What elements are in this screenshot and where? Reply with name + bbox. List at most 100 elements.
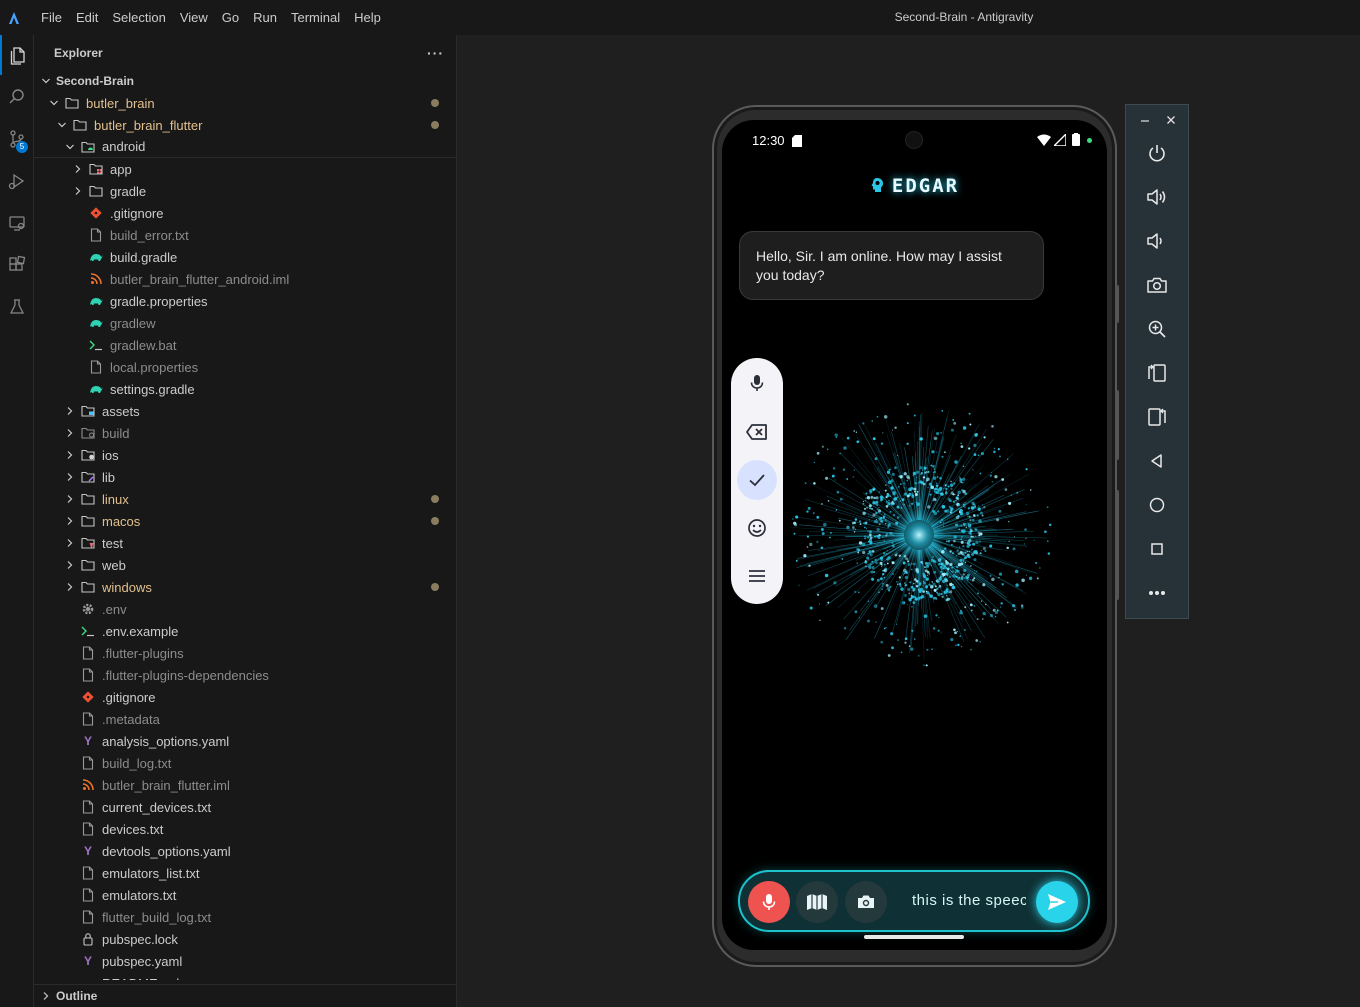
menu-help[interactable]: Help xyxy=(347,0,388,35)
outline-panel-header[interactable]: Outline xyxy=(34,984,456,1007)
tree-folder-item[interactable]: linux xyxy=(34,488,456,510)
volume-down-button[interactable] xyxy=(1142,226,1172,256)
tree-file-item[interactable]: .gitignore xyxy=(34,686,456,708)
menu-view[interactable]: View xyxy=(173,0,215,35)
remote-explorer-icon[interactable] xyxy=(0,203,34,243)
orb-particle xyxy=(912,471,917,476)
tree-file-item[interactable]: Ydevtools_options.yaml xyxy=(34,840,456,862)
tree-file-item[interactable]: .metadata xyxy=(34,708,456,730)
search-icon[interactable] xyxy=(0,77,34,117)
orb-particle xyxy=(887,523,891,527)
zoom-button[interactable] xyxy=(1142,314,1172,344)
overview-button[interactable] xyxy=(1142,534,1172,564)
home-button[interactable] xyxy=(1142,490,1172,520)
tree-file-item[interactable]: gradlew xyxy=(34,312,456,334)
emoji-button[interactable] xyxy=(737,508,777,548)
confirm-button[interactable] xyxy=(737,460,777,500)
menu-terminal[interactable]: Terminal xyxy=(284,0,347,35)
tree-folder-item[interactable]: butler_brain xyxy=(34,92,456,114)
gesture-navigation-bar[interactable] xyxy=(864,935,964,939)
tree-file-item[interactable]: emulators.txt xyxy=(34,884,456,906)
tree-root[interactable]: Second-Brain xyxy=(34,70,456,92)
tree-file-item[interactable]: build.gradle xyxy=(34,246,456,268)
camera-button[interactable] xyxy=(845,881,887,923)
orb-particle xyxy=(806,535,809,538)
tree-file-item[interactable]: pubspec.lock xyxy=(34,928,456,950)
tree-file-item[interactable]: .flutter-plugins-dependencies xyxy=(34,664,456,686)
keyboard-menu-button[interactable] xyxy=(737,556,777,596)
close-icon[interactable] xyxy=(1166,112,1176,131)
tree-file-item[interactable]: .env.example xyxy=(34,620,456,642)
tree-file-item[interactable]: M↓ README.md xyxy=(34,972,456,981)
testing-icon[interactable] xyxy=(0,287,34,327)
tree-file-item[interactable]: .gitignore xyxy=(34,202,456,224)
tree-file-item[interactable]: .env xyxy=(34,598,456,620)
orb-particle xyxy=(872,489,875,491)
tree-file-item[interactable]: devices.txt xyxy=(34,818,456,840)
mic-button[interactable] xyxy=(748,881,790,923)
tree-file-item[interactable]: gradlew.bat xyxy=(34,334,456,356)
source-control-icon[interactable]: 5 xyxy=(0,119,34,159)
minimize-icon[interactable] xyxy=(1140,112,1150,131)
tree-folder-item[interactable]: android xyxy=(34,136,456,158)
tree-folder-item[interactable]: build xyxy=(34,422,456,444)
tree-file-item[interactable]: build_error.txt xyxy=(34,224,456,246)
knowledge-button[interactable] xyxy=(796,881,838,923)
screenshot-button[interactable] xyxy=(1142,270,1172,300)
tree-file-item[interactable]: settings.gradle xyxy=(34,378,456,400)
tree-file-item[interactable]: Ypubspec.yaml xyxy=(34,950,456,972)
rotate-left-button[interactable] xyxy=(1142,358,1172,388)
tree-file-item[interactable]: emulators_list.txt xyxy=(34,862,456,884)
orb-particle xyxy=(993,447,996,450)
tree-file-item[interactable]: build_log.txt xyxy=(34,752,456,774)
tree-folder-item[interactable]: test xyxy=(34,532,456,554)
voice-input-button[interactable] xyxy=(737,363,777,403)
orb-particle xyxy=(921,469,924,471)
folder-icon xyxy=(72,117,88,133)
delete-button[interactable] xyxy=(737,412,777,452)
orb-particle xyxy=(910,594,913,597)
rotate-right-button[interactable] xyxy=(1142,402,1172,432)
tree-file-item[interactable]: flutter_build_log.txt xyxy=(34,906,456,928)
menu-edit[interactable]: Edit xyxy=(69,0,105,35)
tree-file-item[interactable]: Yanalysis_options.yaml xyxy=(34,730,456,752)
tree-folder-item[interactable]: ios xyxy=(34,444,456,466)
phone-screen[interactable]: 12:30 EDGAR Hello, Sir. I am online. How… xyxy=(722,120,1107,950)
tree-folder-item[interactable]: web xyxy=(34,554,456,576)
back-button[interactable] xyxy=(1142,446,1172,476)
tree-folder-item[interactable]: macos xyxy=(34,510,456,532)
tree-file-item[interactable]: butler_brain_flutter_android.iml xyxy=(34,268,456,290)
power-button[interactable] xyxy=(1142,138,1172,168)
tree-folder-item[interactable]: gradle xyxy=(34,180,456,202)
message-input[interactable]: this is the speech xyxy=(912,892,1026,909)
explorer-icon[interactable] xyxy=(0,35,34,75)
tree-folder-item[interactable]: app xyxy=(34,158,456,180)
menu-run[interactable]: Run xyxy=(246,0,284,35)
tree-item-label: windows xyxy=(102,579,152,595)
volume-up-button[interactable] xyxy=(1142,182,1172,212)
more-options-button[interactable] xyxy=(1142,578,1172,608)
menu-file[interactable]: File xyxy=(34,0,69,35)
orb-particle xyxy=(872,437,876,441)
tree-file-item[interactable]: gradle.properties xyxy=(34,290,456,312)
tree-folder-item[interactable]: butler_brain_flutter xyxy=(34,114,456,136)
extensions-icon[interactable] xyxy=(0,245,34,285)
orb-particle xyxy=(892,429,894,431)
tree-file-item[interactable]: current_devices.txt xyxy=(34,796,456,818)
menu-selection[interactable]: Selection xyxy=(105,0,172,35)
menu-go[interactable]: Go xyxy=(215,0,246,35)
orb-particle xyxy=(881,536,884,539)
orb-particle xyxy=(804,482,807,485)
tree-file-item[interactable]: .flutter-plugins xyxy=(34,642,456,664)
tree-file-item[interactable]: local.properties xyxy=(34,356,456,378)
send-button[interactable] xyxy=(1036,881,1078,923)
orb-particle xyxy=(935,491,938,494)
more-actions-button[interactable]: ··· xyxy=(427,45,444,61)
tree-folder-item[interactable]: windows xyxy=(34,576,456,598)
tree-folder-item[interactable]: lib xyxy=(34,466,456,488)
tree-folder-item[interactable]: assets xyxy=(34,400,456,422)
tree-file-item[interactable]: butler_brain_flutter.iml xyxy=(34,774,456,796)
orb-particle xyxy=(955,644,957,647)
run-debug-icon[interactable] xyxy=(0,161,34,201)
